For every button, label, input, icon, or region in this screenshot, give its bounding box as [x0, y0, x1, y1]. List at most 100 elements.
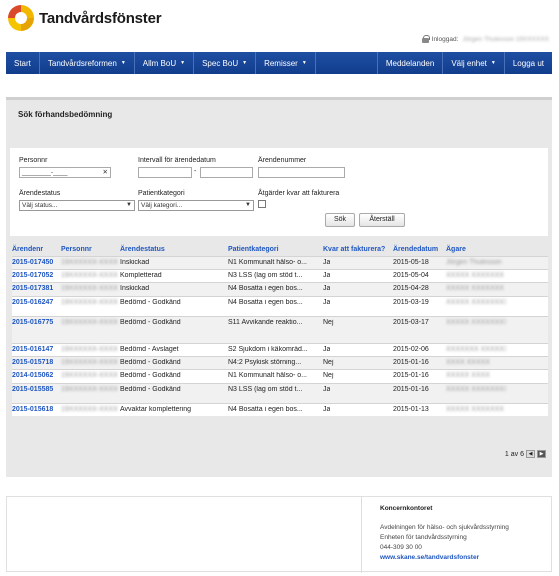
table-row[interactable]: 2015-017450 19XXXXXX-XXXX Inskickad N1 Komm…	[12, 256, 548, 269]
cell-status: Bedömd - Avslaget	[120, 346, 179, 353]
prev-page-icon[interactable]: ◀	[526, 450, 535, 458]
cell-agare: XXXXX XXXX	[446, 372, 490, 379]
nav-meddelanden[interactable]: Meddelanden	[376, 52, 442, 74]
clear-icon[interactable]: ✕	[103, 168, 108, 177]
cell-personnr: 19XXXXXX-XXXX	[61, 259, 118, 266]
table-row[interactable]: 2015-016775 19XXXXXX-XXXX Bedömd - Godkänd…	[12, 316, 548, 343]
nav-valj-enhet[interactable]: Välj enhet ▼	[442, 52, 504, 74]
cell-kvar: Ja	[323, 272, 331, 279]
cell-agare: XXXXXXX XXXXXXXX	[446, 346, 506, 353]
search-panel: Sök förhandsbedömning Personnr ________-…	[6, 97, 552, 477]
footer-contact: Koncernkontoret Avdelningen för hälso- o…	[361, 497, 551, 573]
cell-agare: XXXXX XXXXXXXX XXXXXXX	[446, 386, 506, 393]
table-row[interactable]: 2015-016247 19XXXXXX-XXXX Bedömd - Godkänd…	[12, 296, 548, 316]
nav-tandvardsreformen[interactable]: Tandvårdsreformen ▼	[40, 52, 135, 74]
cell-personnr: 19XXXXXX-XXXX	[61, 285, 118, 292]
cell-arendenr[interactable]: 2015-016147	[12, 346, 53, 353]
cell-kvar: Ja	[323, 346, 331, 353]
table-row[interactable]: 2014-015062 19XXXXXX-XXXX Bedömd - Godkänd…	[12, 369, 548, 383]
cell-arendenr[interactable]: 2015-017052	[12, 272, 53, 279]
search-button[interactable]: Sök	[325, 213, 355, 227]
cell-kvar: Nej	[323, 319, 334, 326]
table-row[interactable]: 2015-016147 19XXXXXX-XXXX Bedömd - Avslage…	[12, 343, 548, 356]
caret-down-icon: ▼	[120, 60, 126, 66]
footer-line1: Avdelningen för hälso- och sjukvårdsstyr…	[380, 524, 509, 531]
nav-start[interactable]: Start	[6, 52, 40, 74]
chevron-down-icon: ▼	[126, 202, 132, 208]
date-from-input[interactable]	[138, 167, 192, 178]
header-agare[interactable]: Ägare	[446, 246, 466, 253]
cell-datum: 2015-04-28	[393, 285, 429, 292]
cell-personnr: 19XXXXXX-XXXX	[61, 346, 118, 353]
table-row[interactable]: 2015-017052 19XXXXXX-XXXX Kompletterad N3 L…	[12, 269, 548, 282]
login-user: Jörgen Thulesson 19XXXXXX	[462, 35, 549, 43]
header-arendenr[interactable]: Ärendenr	[12, 246, 43, 253]
personnr-label: Personnr	[19, 157, 48, 164]
table-row[interactable]: 2015-015718 19XXXXXX-XXXX Bedömd - Godkänd…	[12, 356, 548, 369]
cell-personnr: 19XXXXXX-XXXX	[61, 299, 118, 306]
cell-status: Inskickad	[120, 259, 150, 266]
caret-down-icon: ▼	[242, 60, 248, 66]
header-patientkategori[interactable]: Patientkategori	[228, 246, 279, 253]
table-row[interactable]: 2015-015585 19XXXXXX-XXXX Bedömd - Godkänd…	[12, 383, 548, 403]
kategori-select[interactable]: Välj kategori... ▼	[138, 200, 254, 211]
brand-logo[interactable]: Tandvårdsfönster	[8, 5, 162, 31]
cell-arendenr[interactable]: 2015-017381	[12, 285, 53, 292]
date-to-input[interactable]	[200, 167, 253, 178]
footer-link[interactable]: www.skane.se/tandvardsfonster	[380, 554, 479, 561]
cell-datum: 2015-03-17	[393, 319, 429, 326]
cell-kategori: N4 Bosatta i egen bos...	[228, 406, 303, 413]
interval-dash: -	[194, 168, 197, 175]
cell-arendenr[interactable]: 2015-016247	[12, 299, 53, 306]
cell-agare: XXXXX XXXXXXXX XXXXXXX	[446, 319, 506, 326]
cell-kategori: N1 Kommunalt hälso- o...	[228, 372, 307, 379]
cell-kategori: N4 Bosatta i egen bos...	[228, 285, 303, 292]
cell-arendenr[interactable]: 2015-015618	[12, 406, 53, 413]
atgarder-label: Åtgärder kvar att fakturera	[258, 190, 340, 197]
cell-status: Avvaktar komplettering	[120, 406, 192, 413]
cell-personnr: 19XXXXXX-XXXX	[61, 386, 118, 393]
cell-datum: 2015-05-18	[393, 259, 429, 266]
cell-kvar: Ja	[323, 406, 331, 413]
kategori-label: Patientkategori	[138, 190, 185, 197]
cell-status: Bedömd - Godkänd	[120, 299, 181, 306]
header-arendestatus[interactable]: Ärendestatus	[120, 246, 165, 253]
nav-allm-bou[interactable]: Allm BoU ▼	[135, 52, 195, 74]
status-select[interactable]: Välj status... ▼	[19, 200, 135, 211]
personnr-input[interactable]: ________-____ ✕	[19, 167, 111, 178]
region-skane-logo-icon	[8, 5, 34, 31]
cell-kategori: S2 Sjukdom i käkområd...	[228, 346, 308, 353]
cell-arendenr[interactable]: 2015-016775	[12, 319, 53, 326]
brand-name: Tandvårdsfönster	[39, 9, 162, 27]
cell-datum: 2015-01-16	[393, 359, 429, 366]
next-page-icon[interactable]: ▶	[537, 450, 546, 458]
cell-kategori: N1 Kommunalt hälso- o...	[228, 259, 307, 266]
cell-status: Bedömd - Godkänd	[120, 319, 181, 326]
cell-datum: 2015-02-06	[393, 346, 429, 353]
footer: Koncernkontoret Avdelningen för hälso- o…	[6, 496, 552, 573]
nav-remisser[interactable]: Remisser ▼	[256, 52, 316, 74]
header-arendedatum[interactable]: Ärendedatum	[393, 246, 438, 253]
header-kvar[interactable]: Kvar att fakturera?	[323, 246, 385, 253]
main-navigation: Start Tandvårdsreformen ▼ Allm BoU ▼ Spec …	[6, 52, 552, 74]
footer-line2: Enheten för tandvårdsstyrning	[380, 534, 467, 541]
cell-agare: XXXXX XXXXXXX	[446, 406, 504, 413]
reset-button[interactable]: Återställ	[359, 213, 405, 227]
cell-agare: XXXXX XXXXXXX	[446, 272, 504, 279]
pager: 1 av 6 ◀ ▶	[505, 450, 546, 458]
cell-arendenr[interactable]: 2015-015718	[12, 359, 53, 366]
header-personnr[interactable]: Personnr	[61, 246, 92, 253]
cell-arendenr[interactable]: 2015-017450	[12, 259, 53, 266]
nav-spec-bou[interactable]: Spec BoU ▼	[194, 52, 257, 74]
table-row[interactable]: 2015-015618 19XXXXXX-XXXX Avvaktar komplet…	[12, 403, 548, 416]
cell-arendenr[interactable]: 2015-015585	[12, 386, 53, 393]
atgarder-checkbox[interactable]	[258, 200, 266, 208]
cell-arendenr[interactable]: 2014-015062	[12, 372, 53, 379]
footer-phone: 044-309 30 00	[380, 544, 422, 551]
nav-logga-ut[interactable]: Logga ut	[503, 52, 552, 74]
arendenummer-input[interactable]	[258, 167, 345, 178]
cell-status: Bedömd - Godkänd	[120, 386, 181, 393]
cell-kvar: Ja	[323, 259, 331, 266]
cell-agare: XXXXX XXXXXXXX XXXXXXX	[446, 299, 506, 306]
table-row[interactable]: 2015-017381 19XXXXXX-XXXX Inskickad N4 Bosa…	[12, 282, 548, 296]
